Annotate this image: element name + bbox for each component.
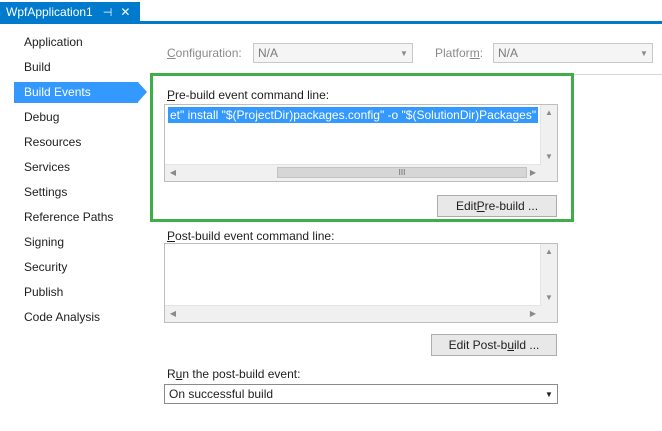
nav-item-build[interactable]: Build bbox=[14, 57, 138, 78]
nav-item-resources[interactable]: Resources bbox=[14, 132, 138, 153]
nav-item-label: Signing bbox=[24, 235, 65, 249]
chevron-down-icon: ▼ bbox=[640, 48, 648, 58]
highlight-annotation-box bbox=[150, 73, 574, 222]
nav-item-signing[interactable]: Signing bbox=[14, 232, 138, 253]
configuration-label: Configuration: bbox=[167, 46, 242, 60]
nav-item-services[interactable]: Services bbox=[14, 157, 138, 178]
nav-item-label: Build bbox=[24, 60, 51, 74]
nav-item-label: Publish bbox=[24, 285, 64, 299]
nav-item-reference-paths[interactable]: Reference Paths bbox=[14, 207, 138, 228]
close-icon[interactable]: ✕ bbox=[120, 5, 130, 19]
configuration-value: N/A bbox=[258, 46, 279, 60]
run-postbuild-label-post: n the post-build event: bbox=[182, 367, 301, 381]
platform-label: Platform: bbox=[435, 46, 484, 60]
nav-item-label: Reference Paths bbox=[24, 210, 114, 224]
run-postbuild-label: Run the post-build event: bbox=[167, 367, 301, 381]
nav-item-application[interactable]: Application bbox=[14, 32, 138, 53]
nav-item-debug[interactable]: Debug bbox=[14, 107, 138, 128]
nav-item-label: Services bbox=[24, 160, 71, 174]
platform-label-post: : bbox=[479, 46, 484, 60]
run-postbuild-dropdown[interactable]: On successful build ▼ bbox=[164, 384, 558, 404]
platform-value: N/A bbox=[498, 46, 519, 60]
platform-combo[interactable]: N/A ▼ bbox=[493, 43, 653, 63]
nav-item-label: Security bbox=[24, 260, 68, 274]
nav-item-label: Resources bbox=[24, 135, 82, 149]
postbuild-vertical-scrollbar[interactable]: ▲ ▼ bbox=[540, 244, 557, 306]
edit-postbuild-button[interactable]: Edit Post-b u ild ... bbox=[431, 334, 557, 356]
postbuild-command-textbox[interactable]: ▲ ▼ ◀ ▶ bbox=[164, 243, 558, 323]
postbuild-label: Post-build event command line: bbox=[167, 229, 335, 243]
project-properties-nav: Application Build Build Events Debug Res… bbox=[0, 24, 152, 431]
scroll-up-icon[interactable]: ▲ bbox=[541, 244, 557, 260]
postbuild-label-rest: ost-build event command line: bbox=[175, 229, 335, 243]
configuration-combo[interactable]: N/A ▼ bbox=[253, 43, 413, 63]
scrollbar-corner bbox=[541, 306, 557, 322]
edit-postbuild-label-pre: Edit Post-b bbox=[448, 338, 508, 352]
scroll-down-icon[interactable]: ▼ bbox=[541, 290, 557, 306]
nav-item-label: Debug bbox=[24, 110, 60, 124]
configuration-label-rest: onfiguration: bbox=[175, 46, 242, 60]
nav-item-security[interactable]: Security bbox=[14, 257, 138, 278]
platform-label-pre: Platfor bbox=[435, 46, 470, 60]
scroll-left-icon[interactable]: ◀ bbox=[165, 306, 181, 322]
nav-item-settings[interactable]: Settings bbox=[14, 182, 138, 203]
nav-item-label: Application bbox=[24, 35, 83, 49]
scroll-right-icon[interactable]: ▶ bbox=[525, 306, 541, 322]
selection-arrow bbox=[138, 82, 147, 102]
postbuild-horizontal-scrollbar[interactable]: ◀ ▶ bbox=[165, 305, 541, 322]
nav-item-label: Build Events bbox=[24, 85, 91, 99]
tab-title: WpfApplication1 bbox=[6, 5, 93, 19]
nav-item-code-analysis[interactable]: Code Analysis bbox=[14, 307, 138, 328]
chevron-down-icon: ▼ bbox=[400, 48, 408, 58]
nav-item-label: Settings bbox=[24, 185, 68, 199]
nav-item-label: Code Analysis bbox=[24, 310, 101, 324]
run-postbuild-label-pre: R bbox=[167, 367, 176, 381]
pin-icon[interactable]: ⊣ bbox=[103, 6, 113, 19]
nav-item-publish[interactable]: Publish bbox=[14, 282, 138, 303]
nav-item-build-events[interactable]: Build Events bbox=[14, 82, 147, 103]
edit-postbuild-label-post: ild ... bbox=[514, 338, 540, 352]
tab-wpfapplication1[interactable]: WpfApplication1 ⊣ ✕ bbox=[0, 2, 140, 22]
chevron-down-icon: ▼ bbox=[545, 389, 553, 399]
run-postbuild-selected: On successful build bbox=[169, 387, 274, 401]
